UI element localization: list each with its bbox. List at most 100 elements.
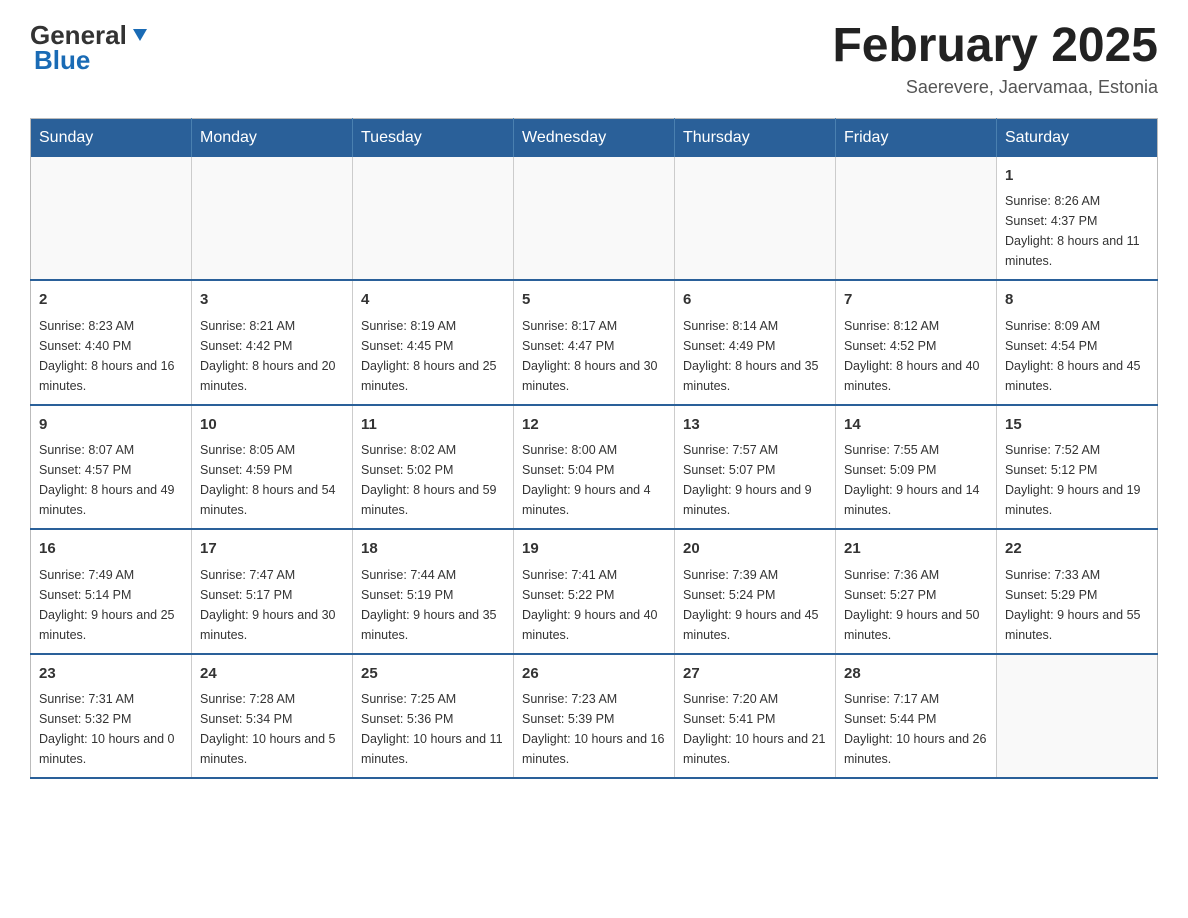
day-info: Sunrise: 7:41 AMSunset: 5:22 PMDaylight:… (522, 565, 666, 645)
calendar-cell: 19 Sunrise: 7:41 AMSunset: 5:22 PMDayligh… (514, 529, 675, 654)
day-number: 4 (361, 289, 505, 312)
day-number: 25 (361, 663, 505, 686)
calendar-cell: 17 Sunrise: 7:47 AMSunset: 5:17 PMDayligh… (192, 529, 353, 654)
day-number: 28 (844, 663, 988, 686)
calendar-cell (31, 157, 192, 281)
day-info: Sunrise: 8:02 AMSunset: 5:02 PMDaylight:… (361, 440, 505, 520)
calendar-cell: 9Sunrise: 8:07 AMSunset: 4:57 PMDaylight… (31, 405, 192, 530)
weekday-thursday: Thursday (675, 118, 836, 157)
day-info: Sunrise: 7:47 AMSunset: 5:17 PMDaylight:… (200, 565, 344, 645)
weekday-sunday: Sunday (31, 118, 192, 157)
day-info: Sunrise: 8:23 AMSunset: 4:40 PMDaylight:… (39, 316, 183, 396)
day-info: Sunrise: 7:39 AMSunset: 5:24 PMDaylight:… (683, 565, 827, 645)
day-number: 17 (200, 538, 344, 561)
day-info: Sunrise: 7:52 AMSunset: 5:12 PMDaylight:… (1005, 440, 1149, 520)
day-number: 19 (522, 538, 666, 561)
calendar-cell: 8Sunrise: 8:09 AMSunset: 4:54 PMDaylight… (997, 280, 1158, 405)
calendar-cell: 3 Sunrise: 8:21 AMSunset: 4:42 PMDaylight… (192, 280, 353, 405)
calendar-cell: 10 Sunrise: 8:05 AMSunset: 4:59 PMDayligh… (192, 405, 353, 530)
calendar-cell: 28 Sunrise: 7:17 AMSunset: 5:44 PMDayligh… (836, 654, 997, 779)
weekday-monday: Monday (192, 118, 353, 157)
day-info: Sunrise: 7:44 AMSunset: 5:19 PMDaylight:… (361, 565, 505, 645)
weekday-header-row: SundayMondayTuesdayWednesdayThursdayFrid… (31, 118, 1158, 157)
calendar-week-5: 23 Sunrise: 7:31 AMSunset: 5:32 PMDayligh… (31, 654, 1158, 779)
day-info: Sunrise: 8:14 AMSunset: 4:49 PMDaylight:… (683, 316, 827, 396)
calendar-cell: 25 Sunrise: 7:25 AMSunset: 5:36 PMDayligh… (353, 654, 514, 779)
calendar-cell: 14 Sunrise: 7:55 AMSunset: 5:09 PMDayligh… (836, 405, 997, 530)
day-info: Sunrise: 7:17 AMSunset: 5:44 PMDaylight:… (844, 689, 988, 769)
logo-blue-text: Blue (34, 45, 90, 76)
weekday-tuesday: Tuesday (353, 118, 514, 157)
day-number: 22 (1005, 538, 1149, 561)
day-number: 23 (39, 663, 183, 686)
day-info: Sunrise: 7:55 AMSunset: 5:09 PMDaylight:… (844, 440, 988, 520)
calendar-cell: 20Sunrise: 7:39 AMSunset: 5:24 PMDayligh… (675, 529, 836, 654)
month-title: February 2025 (832, 20, 1158, 73)
calendar-cell: 13 Sunrise: 7:57 AMSunset: 5:07 PMDayligh… (675, 405, 836, 530)
calendar-cell: 6 Sunrise: 8:14 AMSunset: 4:49 PMDaylight… (675, 280, 836, 405)
calendar-cell: 1 Sunrise: 8:26 AMSunset: 4:37 PMDaylight… (997, 157, 1158, 281)
calendar-week-1: 1 Sunrise: 8:26 AMSunset: 4:37 PMDaylight… (31, 157, 1158, 281)
calendar-cell: 22 Sunrise: 7:33 AMSunset: 5:29 PMDayligh… (997, 529, 1158, 654)
calendar-cell (514, 157, 675, 281)
day-info: Sunrise: 7:28 AMSunset: 5:34 PMDaylight:… (200, 689, 344, 769)
day-info: Sunrise: 7:33 AMSunset: 5:29 PMDaylight:… (1005, 565, 1149, 645)
day-number: 14 (844, 414, 988, 437)
day-info: Sunrise: 7:31 AMSunset: 5:32 PMDaylight:… (39, 689, 183, 769)
calendar-cell: 4 Sunrise: 8:19 AMSunset: 4:45 PMDaylight… (353, 280, 514, 405)
day-number: 18 (361, 538, 505, 561)
location-subtitle: Saerevere, Jaervamaa, Estonia (832, 77, 1158, 98)
day-info: Sunrise: 7:23 AMSunset: 5:39 PMDaylight:… (522, 689, 666, 769)
calendar-cell: 15 Sunrise: 7:52 AMSunset: 5:12 PMDayligh… (997, 405, 1158, 530)
day-number: 26 (522, 663, 666, 686)
day-info: Sunrise: 8:19 AMSunset: 4:45 PMDaylight:… (361, 316, 505, 396)
day-info: Sunrise: 7:49 AMSunset: 5:14 PMDaylight:… (39, 565, 183, 645)
day-info: Sunrise: 8:26 AMSunset: 4:37 PMDaylight:… (1005, 191, 1149, 271)
day-info: Sunrise: 8:17 AMSunset: 4:47 PMDaylight:… (522, 316, 666, 396)
title-section: February 2025 Saerevere, Jaervamaa, Esto… (832, 20, 1158, 98)
logo-arrow-icon (129, 25, 151, 47)
day-number: 13 (683, 414, 827, 437)
day-number: 10 (200, 414, 344, 437)
day-number: 27 (683, 663, 827, 686)
page-header: General Blue February 2025 Saerevere, Ja… (30, 20, 1158, 98)
day-info: Sunrise: 7:20 AMSunset: 5:41 PMDaylight:… (683, 689, 827, 769)
day-info: Sunrise: 8:00 AMSunset: 5:04 PMDaylight:… (522, 440, 666, 520)
calendar-cell (997, 654, 1158, 779)
day-number: 16 (39, 538, 183, 561)
day-info: Sunrise: 7:57 AMSunset: 5:07 PMDaylight:… (683, 440, 827, 520)
day-number: 7 (844, 289, 988, 312)
day-number: 12 (522, 414, 666, 437)
calendar-cell: 27 Sunrise: 7:20 AMSunset: 5:41 PMDayligh… (675, 654, 836, 779)
calendar-cell (836, 157, 997, 281)
day-number: 15 (1005, 414, 1149, 437)
day-number: 6 (683, 289, 827, 312)
day-info: Sunrise: 7:25 AMSunset: 5:36 PMDaylight:… (361, 689, 505, 769)
calendar-body: 1 Sunrise: 8:26 AMSunset: 4:37 PMDaylight… (31, 157, 1158, 779)
calendar-cell: 7 Sunrise: 8:12 AMSunset: 4:52 PMDaylight… (836, 280, 997, 405)
calendar-week-3: 9Sunrise: 8:07 AMSunset: 4:57 PMDaylight… (31, 405, 1158, 530)
calendar-cell: 23 Sunrise: 7:31 AMSunset: 5:32 PMDayligh… (31, 654, 192, 779)
calendar-cell: 26 Sunrise: 7:23 AMSunset: 5:39 PMDayligh… (514, 654, 675, 779)
day-info: Sunrise: 8:12 AMSunset: 4:52 PMDaylight:… (844, 316, 988, 396)
calendar-cell (675, 157, 836, 281)
calendar-cell: 21Sunrise: 7:36 AMSunset: 5:27 PMDayligh… (836, 529, 997, 654)
calendar-cell: 18 Sunrise: 7:44 AMSunset: 5:19 PMDayligh… (353, 529, 514, 654)
day-info: Sunrise: 7:36 AMSunset: 5:27 PMDaylight:… (844, 565, 988, 645)
calendar-week-4: 16 Sunrise: 7:49 AMSunset: 5:14 PMDayligh… (31, 529, 1158, 654)
day-number: 9 (39, 414, 183, 437)
day-info: Sunrise: 8:05 AMSunset: 4:59 PMDaylight:… (200, 440, 344, 520)
weekday-saturday: Saturday (997, 118, 1158, 157)
day-number: 24 (200, 663, 344, 686)
weekday-wednesday: Wednesday (514, 118, 675, 157)
calendar-cell (353, 157, 514, 281)
day-number: 1 (1005, 165, 1149, 188)
calendar-cell: 12 Sunrise: 8:00 AMSunset: 5:04 PMDayligh… (514, 405, 675, 530)
day-number: 2 (39, 289, 183, 312)
calendar-cell: 2 Sunrise: 8:23 AMSunset: 4:40 PMDaylight… (31, 280, 192, 405)
day-info: Sunrise: 8:21 AMSunset: 4:42 PMDaylight:… (200, 316, 344, 396)
logo: General Blue (30, 20, 153, 76)
calendar-cell: 16 Sunrise: 7:49 AMSunset: 5:14 PMDayligh… (31, 529, 192, 654)
day-number: 3 (200, 289, 344, 312)
weekday-friday: Friday (836, 118, 997, 157)
